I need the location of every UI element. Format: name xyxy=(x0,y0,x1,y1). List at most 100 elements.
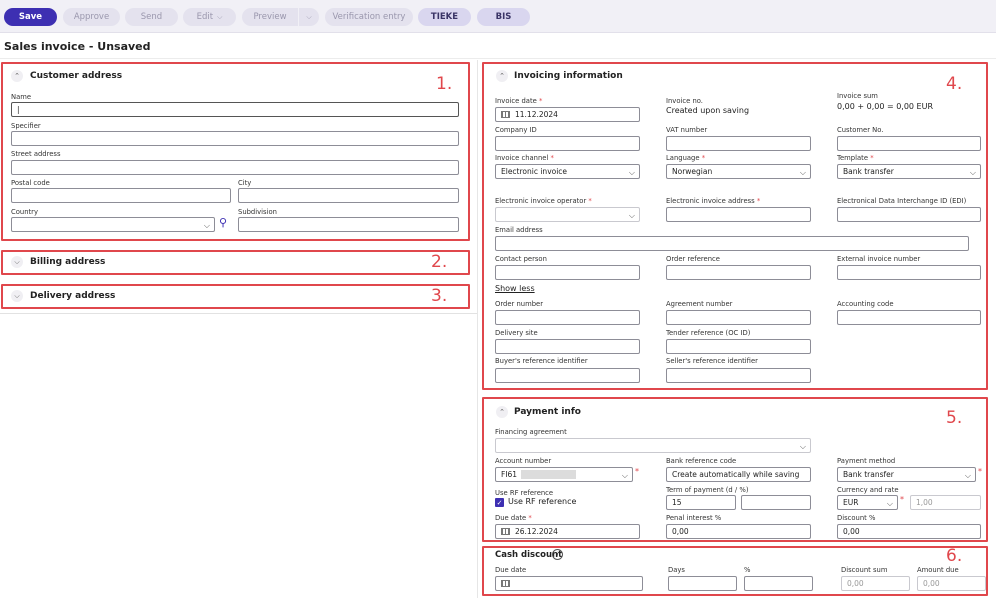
country-select[interactable]: ⌵ xyxy=(11,217,215,232)
calendar-icon[interactable] xyxy=(501,111,510,118)
chevron-up-icon[interactable]: ⌃ xyxy=(11,70,23,82)
use-rf-checkbox[interactable]: ✓ xyxy=(495,498,504,507)
tender-reference-input[interactable] xyxy=(666,339,811,354)
calendar-icon[interactable] xyxy=(501,580,510,587)
invoicing-information-heading[interactable]: Invoicing information xyxy=(514,71,623,81)
cash-due-date-input[interactable] xyxy=(495,576,643,591)
buyer-reference-input[interactable] xyxy=(495,368,640,383)
due-date-input[interactable]: 26.12.2024 xyxy=(495,524,640,539)
term-percent-input[interactable] xyxy=(741,495,811,510)
chevron-down-icon[interactable]: ⌵ xyxy=(11,290,23,302)
term-days-input[interactable]: 15 xyxy=(666,495,736,510)
penal-interest-input[interactable]: 0,00 xyxy=(666,524,811,539)
chevron-up-icon[interactable]: ⌃ xyxy=(496,70,508,82)
accounting-code-label: Accounting code xyxy=(837,300,894,308)
account-number-select[interactable]: FI61 ⌵ xyxy=(495,467,633,482)
city-label: City xyxy=(238,179,252,187)
chevron-up-icon[interactable]: ⌃ xyxy=(496,406,508,418)
term-of-payment-label: Term of payment (d / %) xyxy=(666,486,749,494)
operator-select[interactable]: ⌵ xyxy=(495,207,640,222)
info-icon[interactable]: i xyxy=(552,549,563,560)
order-reference-input[interactable] xyxy=(666,265,811,280)
edit-button[interactable]: Edit ⌵ xyxy=(183,8,236,26)
days-input[interactable] xyxy=(668,576,737,591)
delivery-site-label: Delivery site xyxy=(495,329,538,337)
tieke-button[interactable]: TIEKE xyxy=(418,8,471,26)
financing-agreement-select[interactable]: ⌵ xyxy=(495,438,811,453)
save-button[interactable]: Save xyxy=(4,8,57,26)
chevron-down-icon: ⌵ xyxy=(799,442,806,451)
vat-number-label: VAT number xyxy=(666,126,708,134)
external-invoice-input[interactable] xyxy=(837,265,981,280)
due-date-label: Due date * xyxy=(495,514,532,522)
required-marker: * xyxy=(978,467,982,476)
billing-address-heading[interactable]: Billing address xyxy=(30,257,105,267)
invoice-date-input[interactable]: 11.12.2024 xyxy=(495,107,640,122)
vat-number-input[interactable] xyxy=(666,136,811,151)
chevron-down-icon: ⌵ xyxy=(628,168,635,177)
send-button[interactable]: Send xyxy=(125,8,178,26)
chevron-down-icon: ⌵ xyxy=(886,499,893,508)
delivery-address-heading[interactable]: Delivery address xyxy=(30,291,115,301)
template-label: Template * xyxy=(837,154,874,162)
invoice-channel-select[interactable]: Electronic invoice ⌵ xyxy=(495,164,640,179)
payment-info-heading[interactable]: Payment info xyxy=(514,407,581,417)
template-value: Bank transfer xyxy=(843,167,894,176)
show-less-link[interactable]: Show less xyxy=(495,284,535,293)
percent-input[interactable] xyxy=(744,576,813,591)
use-rf-checkbox-label[interactable]: Use RF reference xyxy=(508,497,576,506)
bank-reference-label: Bank reference code xyxy=(666,457,737,465)
discount-input[interactable]: 0,00 xyxy=(837,524,981,539)
email-input[interactable] xyxy=(495,236,969,251)
country-label: Country xyxy=(11,208,39,216)
invoice-channel-label: Invoice channel * xyxy=(495,154,554,162)
agreement-number-input[interactable] xyxy=(666,310,811,325)
payment-method-select[interactable]: Bank transfer ⌵ xyxy=(837,467,976,482)
subdivision-input[interactable] xyxy=(238,217,459,232)
annotation-marker: 5. xyxy=(946,408,963,428)
customer-no-input[interactable] xyxy=(837,136,981,151)
language-select[interactable]: Norwegian ⌵ xyxy=(666,164,811,179)
specifier-input[interactable] xyxy=(11,131,459,146)
name-input[interactable]: | xyxy=(11,102,459,117)
redacted-account xyxy=(521,470,577,479)
edi-input[interactable] xyxy=(837,207,981,222)
due-date-value: 26.12.2024 xyxy=(515,527,558,536)
discount-sum-label: Discount sum xyxy=(841,566,888,574)
chevron-down-icon[interactable]: ⌵ xyxy=(11,256,23,268)
contact-person-input[interactable] xyxy=(495,265,640,280)
calendar-icon[interactable] xyxy=(501,528,510,535)
customer-address-heading[interactable]: Customer address xyxy=(30,71,122,81)
amount-due-input: 0,00 xyxy=(917,576,986,591)
order-number-input[interactable] xyxy=(495,310,640,325)
company-id-input[interactable] xyxy=(495,136,640,151)
chevron-down-icon: ⌵ xyxy=(628,211,635,220)
postal-code-input[interactable] xyxy=(11,188,231,203)
city-input[interactable] xyxy=(238,188,459,203)
preview-button[interactable]: Preview xyxy=(242,8,298,26)
bank-reference-select[interactable]: Create automatically while saving xyxy=(666,467,811,482)
seller-reference-input[interactable] xyxy=(666,368,811,383)
account-number-value: FI61 xyxy=(501,470,518,479)
street-address-input[interactable] xyxy=(11,160,459,175)
discount-value: 0,00 xyxy=(843,527,860,536)
delivery-site-input[interactable] xyxy=(495,339,640,354)
annotation-marker: 2. xyxy=(431,252,448,272)
annotation-marker: 6. xyxy=(946,546,963,566)
currency-select[interactable]: EUR ⌵ xyxy=(837,495,898,510)
amount-due-value: 0,00 xyxy=(923,579,940,588)
use-rf-label: Use RF reference xyxy=(495,489,554,497)
verification-entry-button[interactable]: Verification entry xyxy=(325,8,413,26)
chevron-down-icon: ⌵ xyxy=(621,471,628,480)
external-invoice-label: External invoice number xyxy=(837,255,921,263)
einvoice-address-input[interactable] xyxy=(666,207,811,222)
approve-button[interactable]: Approve xyxy=(63,8,120,26)
search-icon[interactable]: ⚲ xyxy=(219,216,227,229)
template-select[interactable]: Bank transfer ⌵ xyxy=(837,164,981,179)
preview-menu-button[interactable]: ⌵ xyxy=(299,8,319,26)
bis-button[interactable]: BIS xyxy=(477,8,530,26)
invoice-channel-value: Electronic invoice xyxy=(501,167,568,176)
language-value: Norwegian xyxy=(672,167,713,176)
buyer-reference-label: Buyer's reference identifier xyxy=(495,357,588,365)
accounting-code-input[interactable] xyxy=(837,310,981,325)
